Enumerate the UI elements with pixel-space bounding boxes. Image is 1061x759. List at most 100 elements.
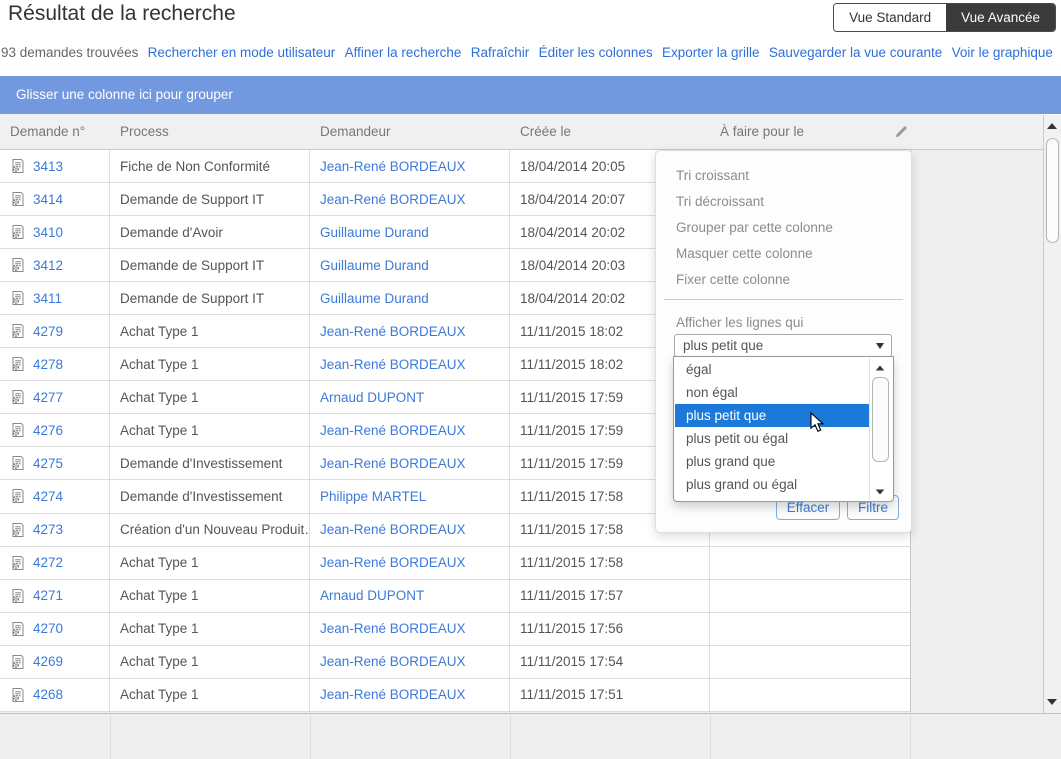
request-id-cell: 4279 [0, 315, 110, 347]
process-cell: Achat Type 1 [110, 547, 310, 579]
operator-option[interactable]: plus petit que [675, 404, 870, 427]
process-cell: Achat Type 1 [110, 348, 310, 380]
request-id-link[interactable]: 4270 [33, 621, 63, 636]
operator-option[interactable]: non égal [675, 381, 870, 404]
request-document-icon [10, 224, 26, 240]
request-id-link[interactable]: 4276 [33, 423, 63, 438]
request-id-link[interactable]: 3414 [33, 192, 63, 207]
requester-link[interactable]: Arnaud DUPONT [320, 390, 424, 405]
option-list-scroll-thumb[interactable] [872, 377, 889, 462]
operator-option[interactable]: nul [675, 496, 870, 502]
request-id-link[interactable]: 4275 [33, 456, 63, 471]
toolbar-link[interactable]: Affiner la recherche [345, 45, 462, 60]
request-id-link[interactable]: 3413 [33, 159, 63, 174]
request-id-cell: 4273 [0, 514, 110, 546]
request-document-icon [10, 621, 26, 637]
request-id-cell: 4275 [0, 447, 110, 479]
toolbar-link[interactable]: Rafraîchir [471, 45, 530, 60]
requester-link[interactable]: Jean-René BORDEAUX [320, 324, 466, 339]
request-id-link[interactable]: 4273 [33, 522, 63, 537]
requester-link[interactable]: Jean-René BORDEAUX [320, 555, 466, 570]
requester-link[interactable]: Jean-René BORDEAUX [320, 423, 466, 438]
requester-link[interactable]: Jean-René BORDEAUX [320, 687, 466, 702]
requester-cell: Jean-René BORDEAUX [310, 150, 510, 182]
request-id-link[interactable]: 4272 [33, 555, 63, 570]
column-menu-item[interactable]: Masquer cette colonne [656, 241, 911, 267]
requester-cell: Jean-René BORDEAUX [310, 646, 510, 678]
requester-link[interactable]: Philippe MARTEL [320, 489, 426, 504]
request-id-link[interactable]: 4279 [33, 324, 63, 339]
request-id-link[interactable]: 4271 [33, 588, 63, 603]
footer-divider [310, 714, 311, 759]
process-cell: Demande d'Investissement [110, 447, 310, 479]
request-document-icon [10, 323, 26, 339]
request-id-link[interactable]: 3410 [33, 225, 63, 240]
requester-cell: Jean-René BORDEAUX [310, 315, 510, 347]
operator-option[interactable]: égal [675, 358, 870, 381]
column-header-a-faire-pour-le[interactable]: À faire pour le [710, 124, 910, 139]
toolbar-link[interactable]: Voir le graphique [952, 45, 1053, 60]
operator-option[interactable]: plus grand ou égal [675, 473, 870, 496]
group-drop-zone[interactable]: Glisser une colonne ici pour grouper [0, 76, 1061, 114]
request-id-link[interactable]: 4278 [33, 357, 63, 372]
option-list-scroll-down-icon[interactable] [876, 489, 885, 494]
request-id-cell: 3413 [0, 150, 110, 182]
request-id-cell: 4277 [0, 381, 110, 413]
scrollbar-thumb[interactable] [1046, 138, 1059, 243]
process-cell: Achat Type 1 [110, 381, 310, 413]
column-header-demandeur[interactable]: Demandeur [310, 124, 510, 139]
request-id-link[interactable]: 3412 [33, 258, 63, 273]
scrollbar-down-button[interactable] [1047, 699, 1057, 705]
requester-link[interactable]: Jean-René BORDEAUX [320, 621, 466, 636]
footer-divider [710, 714, 711, 759]
requester-link[interactable]: Jean-René BORDEAUX [320, 192, 466, 207]
toolbar-link[interactable]: Rechercher en mode utilisateur [148, 45, 336, 60]
column-menu-item[interactable]: Grouper par cette colonne [656, 215, 911, 241]
request-id-cell: 4270 [0, 613, 110, 645]
request-id-link[interactable]: 4268 [33, 687, 63, 702]
process-cell: Demande d'Avoir [110, 216, 310, 248]
column-header-demande[interactable]: Demande n° [0, 124, 110, 139]
requester-cell: Guillaume Durand [310, 282, 510, 314]
request-id-link[interactable]: 4269 [33, 654, 63, 669]
grid-header: Demande n° Process Demandeur Créée le À … [0, 114, 1043, 150]
column-edit-pencil-icon[interactable] [893, 124, 909, 140]
toolbar-link[interactable]: Éditer les colonnes [539, 45, 653, 60]
requester-link[interactable]: Arnaud DUPONT [320, 588, 424, 603]
requester-link[interactable]: Jean-René BORDEAUX [320, 357, 466, 372]
operator-options: égal non égal plus petit que plus petit … [675, 358, 870, 502]
option-list-scrollbar[interactable] [869, 358, 892, 500]
requester-link[interactable]: Guillaume Durand [320, 291, 429, 306]
vertical-scrollbar[interactable] [1043, 115, 1061, 713]
requester-link[interactable]: Jean-René BORDEAUX [320, 159, 466, 174]
column-menu-item[interactable]: Fixer cette colonne [656, 267, 911, 293]
operator-option[interactable]: plus petit ou égal [675, 427, 870, 450]
requester-link[interactable]: Guillaume Durand [320, 225, 429, 240]
operator-option[interactable]: plus grand que [675, 450, 870, 473]
request-id-link[interactable]: 3411 [33, 291, 62, 306]
requester-cell: Arnaud DUPONT [310, 580, 510, 612]
request-document-icon [10, 191, 26, 207]
filter-operator-select[interactable]: plus petit que [674, 334, 892, 357]
request-document-icon [10, 522, 26, 538]
scrollbar-up-button[interactable] [1047, 123, 1057, 129]
requester-link[interactable]: Guillaume Durand [320, 258, 429, 273]
requester-link[interactable]: Jean-René BORDEAUX [320, 654, 466, 669]
column-menu-item[interactable]: Tri croissant [656, 163, 911, 189]
process-cell: Achat Type 1 [110, 315, 310, 347]
table-row: 4270 Achat Type 1 Jean-René BORDEAUX 11/… [0, 613, 910, 646]
vue-avancee-button[interactable]: Vue Avancée [946, 4, 1055, 31]
option-list-scroll-up-icon[interactable] [876, 365, 885, 370]
column-header-process[interactable]: Process [110, 124, 310, 139]
vue-standard-button[interactable]: Vue Standard [834, 4, 946, 31]
toolbar-link[interactable]: Sauvegarder la vue courante [769, 45, 942, 60]
footer-divider [510, 714, 511, 759]
request-id-link[interactable]: 4277 [33, 390, 63, 405]
requester-link[interactable]: Jean-René BORDEAUX [320, 522, 466, 537]
toolbar-link[interactable]: Exporter la grille [662, 45, 760, 60]
column-header-creee-le[interactable]: Créée le [510, 124, 710, 139]
column-menu-item[interactable]: Tri décroissant [656, 189, 911, 215]
request-id-link[interactable]: 4274 [33, 489, 63, 504]
view-toggle: Vue Standard Vue Avancée [833, 3, 1056, 32]
requester-link[interactable]: Jean-René BORDEAUX [320, 456, 466, 471]
